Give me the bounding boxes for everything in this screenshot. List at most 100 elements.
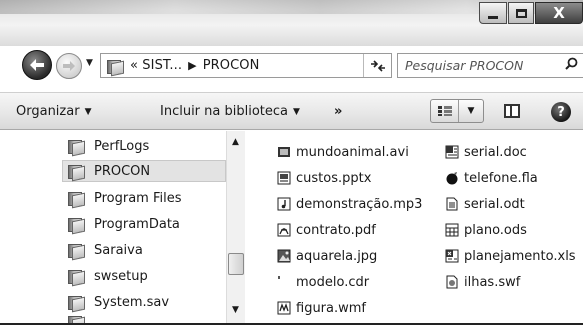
wmf-file-icon [276, 300, 292, 316]
swf-file-icon [444, 274, 460, 290]
help-button[interactable]: ? [551, 102, 571, 122]
file-name: custos.pptx [296, 170, 372, 186]
excel-file-icon [444, 248, 460, 264]
forward-button[interactable] [56, 53, 82, 79]
forward-arrow-icon [63, 61, 75, 71]
folder-icon [68, 269, 84, 284]
file-item[interactable]: contrato.pdf [276, 220, 376, 240]
file-name: aquarela.jpg [296, 248, 378, 264]
file-name: plano.ods [464, 222, 527, 238]
window-controls: X [479, 2, 583, 24]
nav-item-label: PerfLogs [94, 138, 150, 154]
breadcrumb-overflow[interactable]: « [130, 58, 138, 73]
file-item[interactable]: telefone.fla [444, 168, 538, 188]
chevron-down-icon: ▼ [293, 107, 300, 117]
breadcrumb-procon[interactable]: PROCON [203, 58, 260, 73]
file-item[interactable]: serial.doc [444, 142, 527, 162]
audio-file-icon [276, 196, 292, 212]
file-name: ilhas.swf [464, 274, 521, 290]
refresh-button[interactable] [363, 54, 391, 77]
back-button[interactable] [22, 50, 52, 80]
search-icon[interactable] [565, 57, 578, 74]
nav-item-swsetup[interactable]: swsetup [68, 265, 228, 287]
nav-item-label: Program Files [94, 190, 182, 206]
include-label: Incluir na biblioteca [160, 104, 289, 119]
file-name: demonstração.mp3 [296, 196, 423, 212]
preview-pane-icon[interactable] [504, 104, 520, 118]
nav-item-program-files[interactable]: Program Files [68, 187, 228, 209]
file-name: figura.wmf [296, 300, 366, 316]
breadcrumb-separator-icon[interactable]: ▶ [188, 59, 197, 72]
folder-icon [107, 59, 123, 74]
nav-item-label: PROCON [94, 163, 151, 179]
file-name: planejamento.xls [464, 248, 576, 264]
nav-item-label: swsetup [94, 268, 148, 284]
nav-item-system-sav[interactable]: System.sav [68, 291, 228, 313]
refresh-icon [370, 59, 385, 72]
back-arrow-icon [30, 59, 44, 71]
organize-label: Organizar [16, 104, 80, 119]
file-item[interactable]: custos.pptx [276, 168, 371, 188]
spreadsheet-file-icon [444, 222, 460, 238]
text-document-icon [444, 196, 460, 212]
word-file-icon [444, 144, 460, 160]
minimize-icon [488, 15, 498, 19]
maximize-icon [515, 8, 527, 18]
change-view-button[interactable]: ▼ [430, 99, 484, 123]
command-toolbar: Organizar ▼ Incluir na biblioteca ▼ » ▼ ? [0, 92, 583, 130]
video-file-icon [276, 144, 292, 160]
file-name: modelo.cdr [296, 274, 370, 290]
folder-icon [68, 295, 84, 310]
breadcrumb-sist[interactable]: SIST... [142, 58, 182, 73]
file-name: telefone.fla [464, 170, 538, 186]
pdf-file-icon [276, 222, 292, 238]
chevron-down-icon: ▼ [84, 107, 92, 117]
navigation-pane: PerfLogs PROCON Program Files ProgramDat… [0, 131, 246, 325]
file-item[interactable]: serial.odt [444, 194, 525, 214]
minimize-button[interactable] [479, 2, 507, 24]
scroll-down-icon[interactable]: ▼ [232, 305, 239, 315]
organize-menu[interactable]: Organizar ▼ [16, 104, 91, 119]
file-item[interactable]: aquarela.jpg [276, 246, 377, 266]
file-item[interactable]: modelo.cdr [276, 272, 369, 292]
recent-pages-dropdown-icon[interactable]: ▼ [86, 58, 93, 68]
breadcrumb: « SIST... ▶ PROCON [130, 58, 259, 73]
blank-file-icon [276, 274, 292, 290]
nav-item-label: ProgramData [94, 216, 180, 232]
folder-icon [68, 217, 84, 232]
address-bar[interactable]: « SIST...▶PROCON ▼ [100, 53, 454, 78]
search-input[interactable]: Pesquisar PROCON [397, 53, 583, 78]
address-row: ▼ « SIST...▶PROCON ▼ Pesquisar PROCON [0, 48, 583, 80]
file-item[interactable]: ilhas.swf [444, 272, 520, 292]
views-icon[interactable] [431, 100, 459, 122]
nav-item-programdata[interactable]: ProgramData [68, 213, 228, 235]
view-dropdown-icon[interactable]: ▼ [459, 106, 483, 116]
maximize-button[interactable] [508, 2, 534, 24]
file-name: mundoanimal.avi [296, 144, 409, 160]
file-item[interactable]: mundoanimal.avi [276, 142, 409, 162]
nav-item-procon[interactable]: PROCON [62, 160, 226, 182]
nav-item-perflogs[interactable]: PerfLogs [68, 135, 228, 157]
include-in-library-menu[interactable]: Incluir na biblioteca ▼ [160, 104, 300, 119]
file-name: serial.doc [464, 144, 527, 160]
close-icon: X [553, 4, 565, 22]
title-bar: X [0, 0, 583, 46]
file-item[interactable]: planejamento.xls [444, 246, 576, 266]
nav-scrollbar[interactable]: ▲ ▼ [226, 131, 245, 325]
more-commands-button[interactable]: » [334, 104, 342, 119]
nav-item-saraiva[interactable]: Saraiva [68, 239, 228, 261]
scroll-up-icon[interactable]: ▲ [232, 137, 239, 147]
folder-icon [68, 243, 84, 258]
file-name: contrato.pdf [296, 222, 376, 238]
file-item[interactable]: figura.wmf [276, 298, 366, 318]
more-label: » [334, 104, 343, 119]
folder-icon [68, 191, 84, 206]
flash-file-icon [444, 170, 460, 186]
presentation-file-icon [276, 170, 292, 186]
help-icon: ? [557, 104, 565, 120]
file-item[interactable]: plano.ods [444, 220, 527, 240]
file-item[interactable]: demonstração.mp3 [276, 194, 422, 214]
scrollbar-thumb[interactable] [228, 253, 244, 275]
close-button[interactable]: X [535, 2, 583, 24]
nav-item-label: Saraiva [94, 242, 143, 258]
